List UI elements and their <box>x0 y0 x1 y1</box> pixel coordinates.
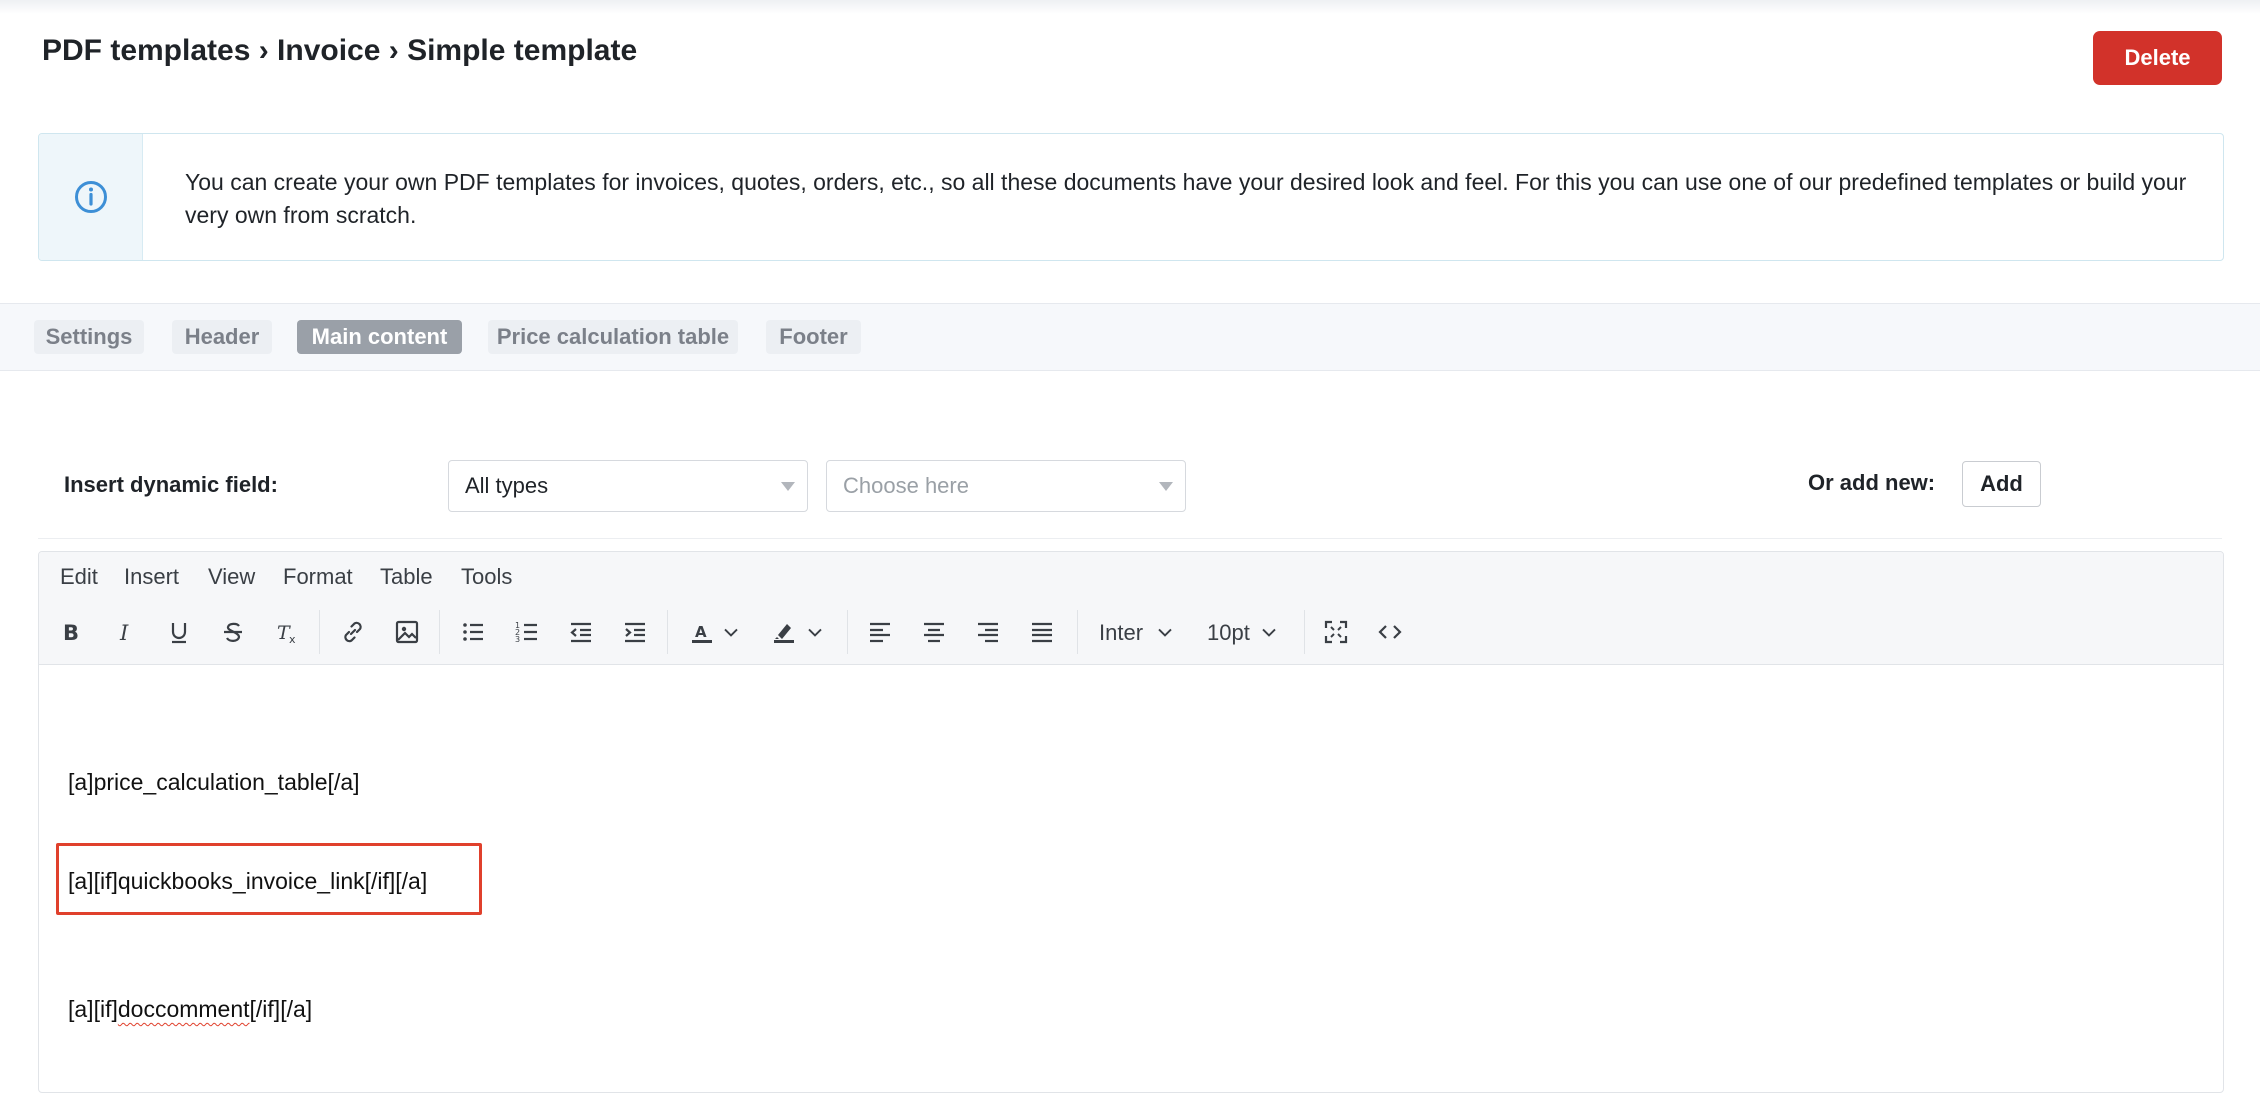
highlighter-icon <box>774 624 794 643</box>
chevron-down-icon <box>781 482 795 491</box>
info-box: You can create your own PDF templates fo… <box>38 133 2224 261</box>
font-family-dropdown[interactable] <box>1153 613 1177 651</box>
menu-edit[interactable]: Edit <box>60 564 98 590</box>
or-add-new-label: Or add new: <box>1808 470 1936 495</box>
field-type-select-value: All types <box>465 473 549 498</box>
menu-view[interactable]: View <box>208 564 255 590</box>
delete-button[interactable]: Delete <box>2093 31 2222 85</box>
add-button[interactable]: Add <box>1962 461 2041 507</box>
insert-dynamic-field-label: Insert dynamic field: <box>64 472 278 497</box>
toolbar-separator <box>1077 610 1078 654</box>
link-button[interactable] <box>334 613 372 651</box>
svg-text:3: 3 <box>515 635 520 644</box>
align-center-button[interactable] <box>915 613 953 651</box>
bold-button[interactable]: B <box>52 613 90 651</box>
menu-format[interactable]: Format <box>283 564 353 590</box>
align-left-button[interactable] <box>861 613 899 651</box>
align-justify-button[interactable] <box>1023 613 1061 651</box>
bold-icon: B <box>63 621 79 645</box>
link-icon <box>344 621 362 643</box>
line-prefix: [a][if] <box>68 996 118 1022</box>
align-left-icon <box>870 622 890 643</box>
svg-text:A: A <box>695 623 707 641</box>
bullet-list-button[interactable] <box>454 613 492 651</box>
top-shadow <box>0 0 2260 14</box>
underline-icon <box>171 623 187 644</box>
source-code-icon <box>1378 625 1402 639</box>
chevron-down-icon <box>1159 482 1173 491</box>
chevron-down-icon <box>1158 628 1172 637</box>
rich-text-editor: Edit Insert View Format Table Tools B I … <box>38 551 2224 1093</box>
numbered-list-button[interactable]: 123 <box>508 613 546 651</box>
source-code-button[interactable] <box>1371 613 1409 651</box>
fullscreen-button[interactable] <box>1317 613 1355 651</box>
numbered-list-icon: 123 <box>515 621 537 644</box>
svg-text:x: x <box>289 633 296 646</box>
chevron-down-icon <box>808 628 822 637</box>
outdent-button[interactable] <box>562 613 600 651</box>
align-right-button[interactable] <box>969 613 1007 651</box>
align-right-icon <box>978 622 998 643</box>
text-color-button[interactable]: A <box>683 613 721 651</box>
italic-icon: I <box>119 621 129 645</box>
clear-format-button[interactable]: Tx <box>268 613 306 651</box>
toolbar-separator <box>439 610 440 654</box>
svg-text:B: B <box>63 621 79 645</box>
indent-button[interactable] <box>616 613 654 651</box>
toolbar-separator <box>319 610 320 654</box>
breadcrumb: PDF templates › Invoice › Simple templat… <box>42 34 638 67</box>
content-line[interactable]: [a]price_calculation_table[/a] <box>68 769 360 796</box>
image-icon <box>395 620 419 644</box>
info-circle-icon <box>74 181 107 213</box>
image-button[interactable] <box>388 613 426 651</box>
content-line-highlighted[interactable]: [a][if]quickbooks_invoice_link[/if][/a] <box>68 868 427 895</box>
tab-main-content[interactable]: Main content <box>297 320 462 354</box>
content-line[interactable]: [a][if]doccomment[/if][/a] <box>68 996 312 1023</box>
line-suffix: [/if][/a] <box>249 996 313 1022</box>
toolbar-separator <box>667 610 668 654</box>
text-color-icon: A <box>692 623 712 643</box>
fullscreen-icon <box>1324 620 1348 644</box>
text-color-dropdown[interactable] <box>719 613 743 651</box>
editor-toolbar-area: Edit Insert View Format Table Tools B I … <box>39 552 2223 665</box>
tabs-bar: Settings Header Main content Price calcu… <box>0 303 2260 371</box>
indent-icon <box>625 622 645 643</box>
highlight-color-button[interactable] <box>765 613 803 651</box>
svg-text:I: I <box>119 621 129 645</box>
toolbar-separator <box>847 610 848 654</box>
field-type-select[interactable]: All types <box>448 460 808 512</box>
tab-price-calculation-table[interactable]: Price calculation table <box>488 320 738 354</box>
chevron-down-icon <box>1262 628 1276 637</box>
align-justify-icon <box>1032 622 1052 643</box>
font-size-select[interactable]: 10pt <box>1207 620 1250 646</box>
align-center-icon <box>924 622 944 643</box>
tab-settings[interactable]: Settings <box>34 320 144 354</box>
menu-insert[interactable]: Insert <box>124 564 179 590</box>
font-size-dropdown[interactable] <box>1257 613 1281 651</box>
menu-table[interactable]: Table <box>380 564 433 590</box>
divider <box>38 538 2222 539</box>
dynamic-field-select[interactable]: Choose here <box>826 460 1186 512</box>
underline-button[interactable] <box>160 613 198 651</box>
menu-tools[interactable]: Tools <box>461 564 512 590</box>
strikethrough-button[interactable] <box>214 613 252 651</box>
font-family-select[interactable]: Inter <box>1099 620 1143 646</box>
italic-button[interactable]: I <box>106 613 144 651</box>
bullet-list-icon <box>463 623 483 641</box>
toolbar-separator <box>1304 610 1305 654</box>
clear-format-icon: Tx <box>277 622 296 646</box>
tab-header[interactable]: Header <box>172 320 272 354</box>
outdent-icon <box>570 622 591 643</box>
tab-footer[interactable]: Footer <box>766 320 861 354</box>
misspelled-word: doccomment <box>117 996 250 1022</box>
strikethrough-icon <box>224 622 242 642</box>
chevron-down-icon <box>724 628 738 637</box>
highlight-color-dropdown[interactable] <box>803 613 827 651</box>
info-side-panel <box>39 134 143 260</box>
dynamic-field-select-placeholder: Choose here <box>843 473 969 498</box>
info-text: You can create your own PDF templates fo… <box>185 169 2187 228</box>
